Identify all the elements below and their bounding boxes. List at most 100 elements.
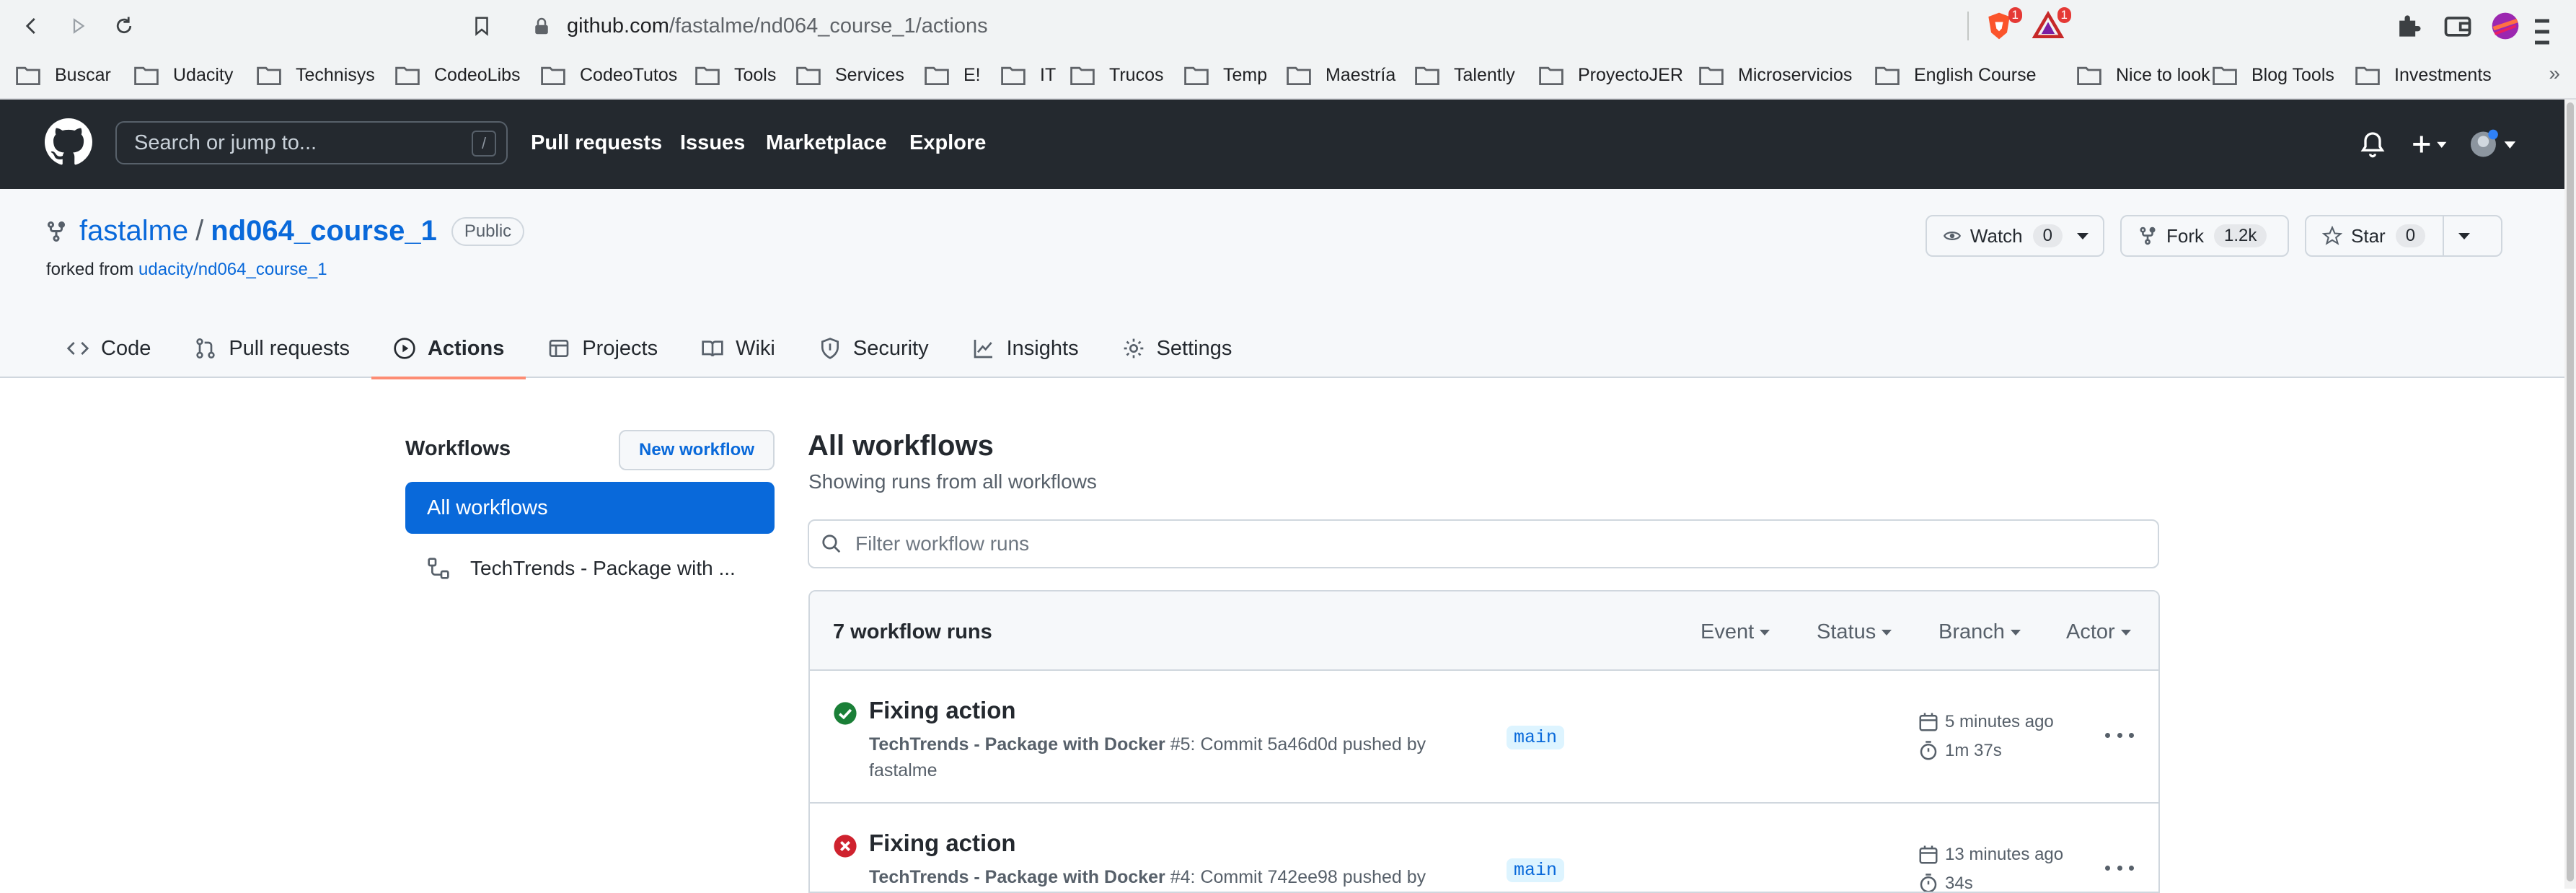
book-icon <box>702 340 723 357</box>
status-filter[interactable]: Status <box>1817 620 1892 644</box>
user-menu[interactable] <box>2469 128 2520 160</box>
bookmark-folder[interactable]: English Course <box>1875 62 2037 88</box>
tab-wiki[interactable]: Wiki <box>679 319 797 378</box>
run-options-button[interactable] <box>2105 724 2134 746</box>
github-logo-icon[interactable] <box>45 118 92 166</box>
filter-workflow-runs-input[interactable]: Filter workflow runs <box>808 519 2159 568</box>
triangle-extension[interactable]: 1 <box>2032 7 2071 42</box>
bookmark-folder[interactable]: Blog Tools <box>2213 62 2334 88</box>
url-divider <box>1967 12 1969 40</box>
star-button[interactable]: Star 0 <box>2305 215 2502 257</box>
bookmark-folder[interactable]: Technisys <box>257 62 375 88</box>
bookmark-folder[interactable]: E! <box>925 62 981 88</box>
extensions-button[interactable] <box>2393 10 2425 42</box>
graph-icon <box>974 340 992 358</box>
folder-icon <box>257 66 281 85</box>
branch-filter[interactable]: Branch <box>1938 620 2021 644</box>
forward-button[interactable] <box>61 9 95 43</box>
bookmark-folder[interactable]: Nice to look <box>2077 62 2210 88</box>
branch-label[interactable]: main <box>1507 858 1565 882</box>
run-time-ago: 5 minutes ago <box>1918 711 2054 733</box>
back-button[interactable] <box>14 9 49 43</box>
bookmark-folder[interactable]: Trucos <box>1070 62 1163 88</box>
calendar-icon <box>1919 713 1938 731</box>
tab-pull-requests[interactable]: Pull requests <box>172 319 371 378</box>
caret-down-icon[interactable] <box>2458 232 2471 239</box>
bookmark-folder[interactable]: IT <box>1001 62 1056 88</box>
run-options-button[interactable] <box>2105 857 2134 879</box>
bookmark-folder[interactable]: ProyectoJER <box>1539 62 1683 88</box>
nav-marketplace[interactable]: Marketplace <box>766 131 887 155</box>
bookmark-folder[interactable]: Microservicios <box>1699 62 1852 88</box>
watch-button[interactable]: Watch 0 <box>1926 215 2104 257</box>
bookmark-folder[interactable]: Buscar <box>16 62 111 88</box>
page-scrollbar[interactable] <box>2564 100 2576 889</box>
watch-count: 0 <box>2032 224 2063 247</box>
time-ago-text: 13 minutes ago <box>1945 845 2064 864</box>
folder-icon <box>1415 66 1439 85</box>
run-title[interactable]: Fixing action <box>869 830 1016 857</box>
bookmark-folder[interactable]: Services <box>796 62 904 88</box>
reload-button[interactable] <box>107 9 141 43</box>
plus-dropdown-icon[interactable] <box>2407 130 2448 159</box>
button-divider <box>2443 216 2445 256</box>
tab-label: Actions <box>427 336 505 360</box>
bookmark-folder[interactable]: Investments <box>2355 62 2492 88</box>
run-workflow-name: TechTrends - Package with Docker <box>869 867 1165 887</box>
bookmark-page-button[interactable] <box>464 9 499 43</box>
nav-explore[interactable]: Explore <box>909 131 986 155</box>
nav-pull-requests[interactable]: Pull requests <box>531 131 662 155</box>
address-bar[interactable]: github.com/fastalme/nd064_course_1/actio… <box>502 7 2031 45</box>
scrollbar-thumb[interactable] <box>2567 102 2574 881</box>
tab-projects[interactable]: Projects <box>526 319 679 378</box>
profile-avatar-button[interactable] <box>2489 10 2521 42</box>
bell-icon[interactable] <box>2358 130 2387 159</box>
run-time-ago: 13 minutes ago <box>1918 844 2063 866</box>
tab-code[interactable]: Code <box>45 319 172 378</box>
tab-actions[interactable]: Actions <box>371 319 526 379</box>
folder-icon <box>541 66 565 85</box>
sidebar-item-all-workflows[interactable]: All workflows <box>405 482 775 534</box>
bookmark-folder[interactable]: Talently <box>1415 62 1515 88</box>
bookmark-folder[interactable]: Maestría <box>1287 62 1395 88</box>
bookmark-folder[interactable]: Tools <box>695 62 776 88</box>
tab-security[interactable]: Security <box>797 319 950 378</box>
shield-icon <box>821 338 839 359</box>
brave-shield-extension[interactable]: 1 <box>1983 7 2022 42</box>
visibility-badge: Public <box>451 216 525 246</box>
folder-icon <box>1184 66 1209 85</box>
sidebar-item-techtrends-workflow[interactable]: TechTrends - Package with ... <box>427 554 736 583</box>
run-title[interactable]: Fixing action <box>869 697 1016 724</box>
folder-icon <box>796 66 821 85</box>
run-description: TechTrends - Package with Docker #4: Com… <box>869 864 1468 890</box>
forked-from-line: forked from udacity/nd064_course_1 <box>46 260 327 280</box>
browser-menu-button[interactable] <box>2531 10 2553 45</box>
bookmark-folder[interactable]: CodeoLibs <box>395 62 521 88</box>
bookmark-folder[interactable]: Udacity <box>134 62 233 88</box>
bookmark-label: Technisys <box>296 64 375 85</box>
new-workflow-button[interactable]: New workflow <box>619 430 775 470</box>
bookmark-folder[interactable]: CodeoTutos <box>541 62 677 88</box>
forked-from-link[interactable]: udacity/nd064_course_1 <box>138 260 327 279</box>
tab-insights[interactable]: Insights <box>950 319 1100 378</box>
actor-filter[interactable]: Actor <box>2066 620 2131 644</box>
menu-icon <box>2535 19 2549 45</box>
branch-label[interactable]: main <box>1507 726 1565 749</box>
workflow-run-row[interactable]: Fixing action TechTrends - Package with … <box>810 671 2158 804</box>
fork-button[interactable]: Fork 1.2k <box>2120 215 2289 257</box>
event-filter[interactable]: Event <box>1701 620 1770 644</box>
repo-name-link[interactable]: nd064_course_1 <box>211 215 437 247</box>
tab-label: Projects <box>582 336 658 360</box>
tab-settings[interactable]: Settings <box>1100 319 1254 378</box>
bookmarks-overflow-button[interactable]: » <box>2549 62 2560 85</box>
puzzle-icon <box>2399 15 2421 37</box>
kebab-dot <box>2105 865 2110 871</box>
run-workflow-name: TechTrends - Package with Docker <box>869 734 1165 755</box>
global-search-input[interactable]: Search or jump to... / <box>115 121 508 164</box>
workflow-run-row[interactable]: Fixing action TechTrends - Package with … <box>810 804 2158 892</box>
calendar-icon <box>1919 845 1938 864</box>
nav-issues[interactable]: Issues <box>680 131 745 155</box>
bookmark-folder[interactable]: Temp <box>1184 62 1267 88</box>
repo-owner-link[interactable]: fastalme <box>79 215 188 247</box>
wallet-button[interactable] <box>2442 10 2474 42</box>
